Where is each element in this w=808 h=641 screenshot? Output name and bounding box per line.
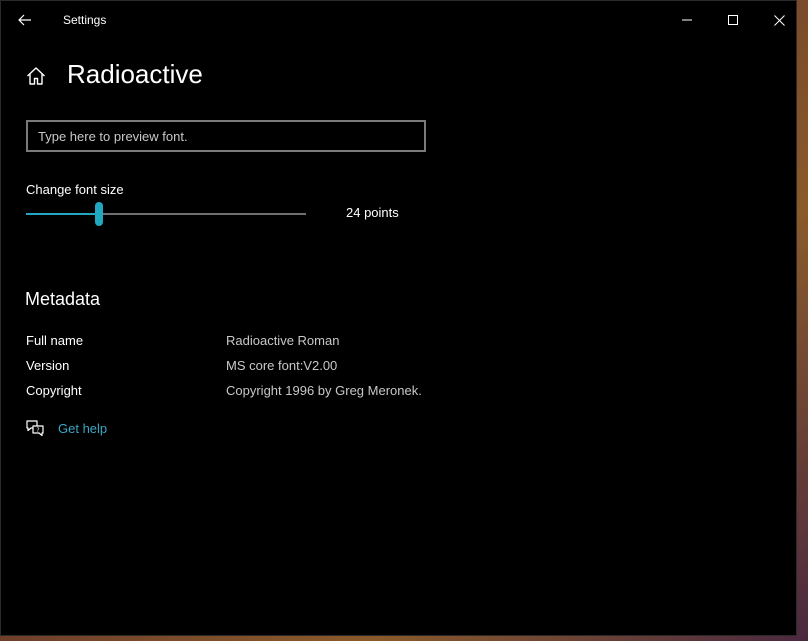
- metadata-key: Full name: [26, 333, 84, 348]
- font-size-label: Change font size: [26, 182, 124, 197]
- title-bar: Settings: [1, 1, 796, 39]
- metadata-value: Radioactive Roman: [226, 333, 340, 348]
- font-size-value: 24 points: [346, 205, 399, 220]
- maximize-icon: [728, 15, 738, 25]
- window-title: Settings: [63, 13, 107, 27]
- page-title: Radioactive: [67, 59, 203, 89]
- slider-fill: [26, 213, 99, 215]
- home-icon: [27, 67, 45, 85]
- font-preview-input[interactable]: [26, 120, 426, 152]
- get-help-link[interactable]: Get help: [58, 421, 107, 436]
- font-size-slider[interactable]: [26, 202, 306, 226]
- minimize-button[interactable]: [664, 1, 710, 39]
- get-help-link-row[interactable]: ? Get help: [25, 418, 107, 438]
- svg-text:?: ?: [36, 427, 39, 434]
- maximize-button[interactable]: [710, 1, 756, 39]
- chat-help-icon: ?: [26, 420, 44, 437]
- metadata-heading: Metadata: [25, 289, 101, 309]
- back-arrow-icon: [18, 14, 31, 26]
- metadata-value: Copyright 1996 by Greg Meronek.: [226, 383, 422, 398]
- minimize-icon: [682, 19, 692, 21]
- metadata-value: MS core font:V2.00: [226, 358, 338, 373]
- settings-window: Settings Radioactive Change font size 24: [0, 0, 797, 636]
- metadata-key: Version: [26, 358, 70, 373]
- close-button[interactable]: [756, 1, 802, 39]
- back-button[interactable]: [9, 4, 41, 36]
- home-button[interactable]: [25, 65, 47, 87]
- slider-thumb[interactable]: [95, 202, 103, 226]
- metadata-key: Copyright: [26, 383, 82, 398]
- close-icon: [773, 14, 785, 26]
